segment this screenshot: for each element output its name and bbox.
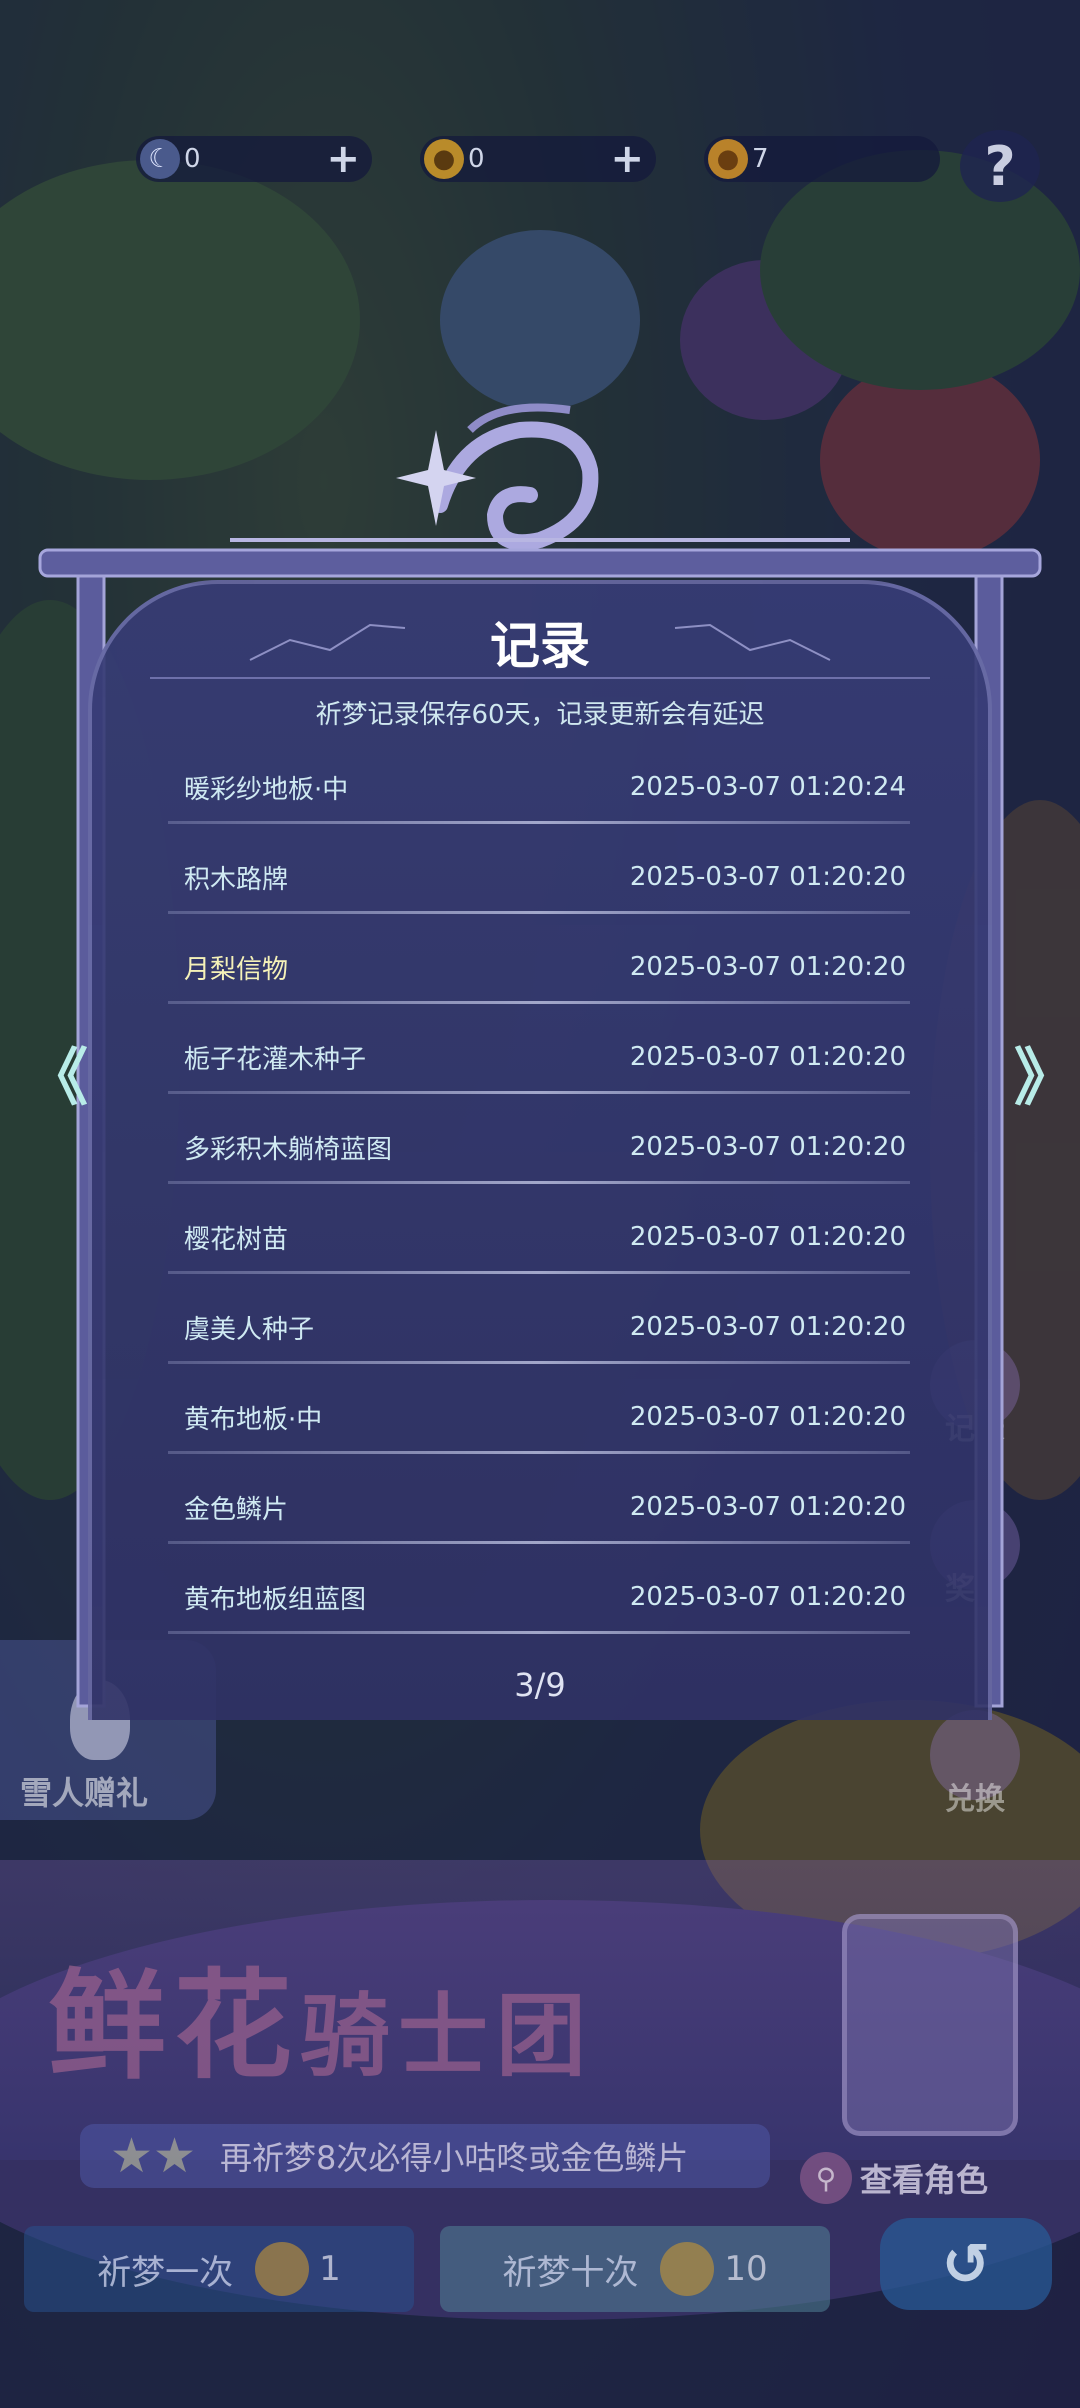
draw-ten-cost: 10 (724, 2249, 768, 2289)
record-item-name: 积木路牌 (184, 864, 289, 895)
back-button[interactable]: ↺ (880, 2218, 1052, 2310)
draw-ten-button[interactable]: 祈梦十次 10 (440, 2226, 830, 2312)
event-title-main: 鲜花 (48, 1957, 301, 2095)
record-item-name: 金色鳞片 (184, 1494, 289, 1525)
record-row: 栀子花灌木种子 2025-03-07 01:20:20 (168, 1012, 910, 1102)
record-item-name: 黄布地板组蓝图 (184, 1584, 367, 1615)
star-icon: ★★ (110, 2128, 197, 2184)
pity-hint-bar: ★★ 再祈梦8次必得小咕咚或金色鳞片 (80, 2124, 770, 2188)
record-row: 黄布地板组蓝图 2025-03-07 01:20:20 (168, 1552, 910, 1642)
next-page-arrow-icon[interactable]: 》 (1014, 1047, 1076, 1109)
view-character-label: 查看角色 (860, 2161, 989, 2199)
exchange-side-button[interactable]: 兑换 (930, 1710, 1020, 1817)
record-item-name: 虞美人种子 (184, 1314, 315, 1345)
record-item-name: 黄布地板·中 (184, 1404, 323, 1435)
draw-ten-label: 祈梦十次 (502, 2252, 639, 2293)
event-title: 鲜花骑士团 (48, 1930, 594, 2101)
record-timestamp: 2025-03-07 01:20:24 (629, 772, 906, 802)
record-row: 积木路牌 2025-03-07 01:20:20 (168, 832, 910, 922)
record-item-name: 栀子花灌木种子 (184, 1044, 367, 1075)
draw-once-button[interactable]: 祈梦一次 1 (24, 2226, 414, 2312)
record-list: 暖彩纱地板·中 2025-03-07 01:20:24 积木路牌 2025-03-07… (168, 742, 910, 1642)
record-row: 月梨信物 2025-03-07 01:20:20 (168, 922, 910, 1012)
record-row: 多彩积木躺椅蓝图 2025-03-07 01:20:20 (168, 1102, 910, 1192)
token-icon (255, 2242, 310, 2296)
draw-once-cost: 1 (319, 2249, 341, 2289)
record-timestamp: 2025-03-07 01:20:20 (629, 1312, 906, 1342)
dialog-notice: 祈梦记录保存60天，记录更新会有延迟 (315, 700, 765, 730)
snowman-gift-label: 雪人赠礼 (20, 1774, 149, 1812)
record-timestamp: 2025-03-07 01:20:20 (629, 1042, 906, 1072)
record-item-name: 月梨信物 (184, 954, 289, 985)
record-item-name: 樱花树苗 (184, 1224, 289, 1255)
record-row: 暖彩纱地板·中 2025-03-07 01:20:24 (168, 742, 910, 832)
pity-hint-text: 再祈梦8次必得小咕咚或金色鳞片 (220, 2139, 689, 2177)
record-item-name: 暖彩纱地板·中 (184, 774, 349, 805)
magnifier-icon: ⚲ (800, 2152, 852, 2204)
record-timestamp: 2025-03-07 01:20:20 (629, 952, 906, 982)
view-character-button[interactable]: ⚲ 查看角色 (800, 2150, 988, 2206)
record-timestamp: 2025-03-07 01:20:20 (629, 1492, 906, 1522)
token-icon (660, 2242, 715, 2296)
prev-page-arrow-icon[interactable]: 《 (26, 1047, 88, 1109)
page-indicator: 3/9 (514, 1666, 566, 1704)
record-row: 樱花树苗 2025-03-07 01:20:20 (168, 1192, 910, 1282)
event-title-small: 骑士团 (300, 1984, 595, 2089)
record-row: 虞美人种子 2025-03-07 01:20:20 (168, 1282, 910, 1372)
record-row: 黄布地板·中 2025-03-07 01:20:20 (168, 1372, 910, 1462)
record-timestamp: 2025-03-07 01:20:20 (629, 1402, 906, 1432)
record-row: 金色鳞片 2025-03-07 01:20:20 (168, 1462, 910, 1552)
draw-once-label: 祈梦一次 (97, 2252, 234, 2293)
record-timestamp: 2025-03-07 01:20:20 (629, 1582, 906, 1612)
record-timestamp: 2025-03-07 01:20:20 (629, 862, 906, 892)
record-timestamp: 2025-03-07 01:20:20 (629, 1222, 906, 1252)
record-item-name: 多彩积木躺椅蓝图 (184, 1134, 393, 1165)
dialog-title: 记录 (490, 617, 590, 675)
character-portrait[interactable] (842, 1914, 1018, 2136)
exchange-side-label: 兑换 (945, 1782, 1005, 1817)
record-timestamp: 2025-03-07 01:20:20 (629, 1132, 906, 1162)
